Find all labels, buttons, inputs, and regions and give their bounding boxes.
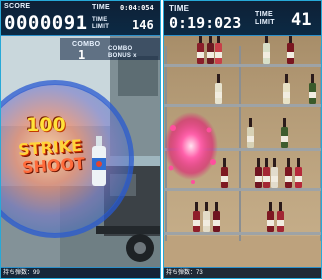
time-limit-label-line-1: TIME xyxy=(92,17,108,23)
time-limit-display: TIME LIMIT 146 xyxy=(92,17,158,33)
shelf-post xyxy=(239,46,241,241)
bottle-target-icon[interactable] xyxy=(90,136,108,188)
combo-bonus-word: BONUS xyxy=(108,53,132,59)
left-ammo-footer: 持ち弾数：99 xyxy=(0,267,161,279)
right-time-limit-label-line-2: LIMIT xyxy=(255,19,275,26)
points-popup: 100 xyxy=(26,114,66,136)
combo-bonus-line-2: BONUS x xyxy=(108,53,137,60)
wine-shelf-scene xyxy=(163,34,322,279)
left-hud: SCORE 0000091 TIME 0:04:054 TIME LIMIT 1… xyxy=(0,0,161,36)
left-game-panel: 100 STRIKE SHOOT SCORE 0000091 TIME 0:04… xyxy=(0,0,161,279)
shelf-board xyxy=(163,232,322,235)
splash-burst-icon xyxy=(164,112,218,184)
right-time-limit-label: TIME LIMIT xyxy=(255,11,275,27)
right-time-limit-display: TIME LIMIT 41 xyxy=(255,9,319,31)
street-scene: 100 STRIKE SHOOT xyxy=(0,36,161,279)
combo-value: 1 xyxy=(78,48,86,62)
shelf-board xyxy=(163,188,322,191)
right-time-value: 0:19:023 xyxy=(169,14,242,32)
time-value: 0:04:054 xyxy=(120,4,154,12)
time-limit-label: TIME LIMIT xyxy=(92,17,109,31)
combo-label: COMBO xyxy=(72,41,101,48)
right-ammo-footer: 持ち弾数：73 xyxy=(163,267,322,279)
time-label: TIME xyxy=(92,4,110,11)
right-time-limit-value: 41 xyxy=(291,10,312,30)
combo-bonus-multiplier: x xyxy=(133,53,137,59)
score-value: 0000091 xyxy=(4,12,88,34)
time-limit-label-line-2: LIMIT xyxy=(92,24,110,30)
score-label: SCORE xyxy=(4,3,31,10)
time-limit-value: 146 xyxy=(132,18,154,32)
combo-display: COMBO 1 COMBO BONUS x xyxy=(60,38,160,62)
right-game-panel: TIME 0:19:023 TIME LIMIT 41 持ち弾数：73 xyxy=(163,0,322,279)
combo-bonus-line-1: COMBO xyxy=(108,46,133,52)
right-hud: TIME 0:19:023 TIME LIMIT 41 xyxy=(163,0,322,36)
right-time-limit-label-line-1: TIME xyxy=(255,11,273,18)
shelf-board xyxy=(163,104,322,107)
shelf-board xyxy=(163,64,322,67)
right-time-label: TIME xyxy=(169,4,190,13)
combo-bonus-label: COMBO BONUS x xyxy=(108,46,137,60)
